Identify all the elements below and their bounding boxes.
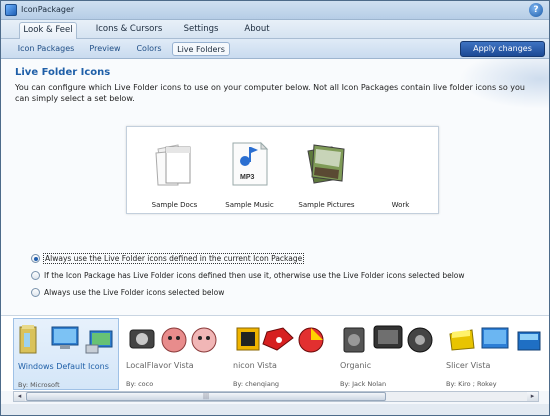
preview-item-sample-pictures: Sample Pictures bbox=[289, 135, 364, 213]
scrollbar-thumb[interactable]: ||| bbox=[26, 392, 386, 401]
preview-label: Sample Pictures bbox=[298, 201, 355, 209]
window-title: IconPackager bbox=[21, 5, 75, 14]
tab-look-and-feel[interactable]: Look & Feel bbox=[19, 22, 77, 39]
package-author: By: coco bbox=[126, 380, 154, 388]
scroll-left-arrow-icon[interactable]: ◂ bbox=[14, 392, 25, 401]
preview-item-sample-music: MP3 Sample Music bbox=[212, 135, 287, 213]
svg-text:MP3: MP3 bbox=[240, 174, 255, 181]
title-bar: IconPackager ? bbox=[1, 1, 549, 20]
nicon-icons-preview bbox=[236, 327, 324, 353]
preview-item-sample-docs: Sample Docs bbox=[137, 135, 212, 213]
subtab-preview[interactable]: Preview bbox=[85, 42, 125, 56]
subtab-icon-packages[interactable]: Icon Packages bbox=[15, 42, 77, 56]
preview-item-work: Work bbox=[363, 135, 438, 213]
section-title: Live Folder Icons bbox=[15, 67, 111, 78]
section-description: You can configure which Live Folder icon… bbox=[15, 83, 525, 103]
package-name: Slicer Vista bbox=[446, 361, 491, 370]
radio-button[interactable] bbox=[31, 271, 40, 280]
package-localflavor-vista[interactable]: LocalFlavor Vista By: coco bbox=[122, 318, 228, 390]
radio-button[interactable] bbox=[31, 288, 40, 297]
status-bar bbox=[1, 404, 549, 415]
package-name: nicon Vista bbox=[233, 361, 277, 370]
package-nicon-vista[interactable]: nicon Vista By: chenqiang bbox=[229, 318, 335, 390]
music-folder-icon: MP3 bbox=[232, 141, 269, 186]
sub-tab-bar: Icon Packages Preview Colors Live Folder… bbox=[1, 39, 549, 59]
docs-folder-icon bbox=[155, 144, 191, 186]
subtab-colors[interactable]: Colors bbox=[131, 42, 167, 56]
app-window: IconPackager ? Look & Feel Icons & Curso… bbox=[0, 0, 550, 416]
package-name: Windows Default Icons bbox=[18, 362, 109, 371]
help-icon[interactable]: ? bbox=[529, 3, 543, 17]
package-author: By: Microsoft bbox=[18, 381, 60, 389]
subtab-live-folders[interactable]: Live Folders bbox=[172, 42, 230, 56]
tab-icons-and-cursors[interactable]: Icons & Cursors bbox=[89, 22, 169, 39]
package-name: Organic bbox=[340, 361, 372, 370]
app-icon bbox=[5, 4, 17, 16]
organic-icons-preview bbox=[343, 325, 433, 353]
windows-default-icons-preview bbox=[19, 325, 113, 354]
preview-label: Work bbox=[391, 201, 410, 209]
option-label: Always use the Live Folder icons selecte… bbox=[44, 288, 225, 297]
horizontal-scrollbar[interactable]: ◂ ||| ▸ bbox=[13, 391, 539, 402]
apply-changes-button[interactable]: Apply changes bbox=[460, 41, 545, 57]
option-label: Always use the Live Folder icons defined… bbox=[43, 253, 305, 264]
package-slicer-vista[interactable]: Slicer Vista By: Kiro ; Rokey bbox=[442, 318, 548, 390]
tab-about[interactable]: About bbox=[233, 22, 281, 39]
content-area: Live Folder Icons You can configure whic… bbox=[1, 59, 549, 315]
scroll-right-arrow-icon[interactable]: ▸ bbox=[527, 392, 538, 401]
package-author: By: chenqiang bbox=[233, 380, 280, 388]
package-name: LocalFlavor Vista bbox=[126, 361, 194, 370]
package-author: By: Kiro ; Rokey bbox=[446, 380, 497, 388]
package-author: By: Jack Nolan bbox=[340, 380, 387, 388]
tab-settings[interactable]: Settings bbox=[179, 22, 223, 39]
package-organic[interactable]: Organic By: Jack Nolan bbox=[336, 318, 442, 390]
preview-label: Sample Docs bbox=[151, 201, 198, 209]
slicer-icons-preview bbox=[449, 327, 541, 351]
option-label: If the Icon Package has Live Folder icon… bbox=[44, 271, 465, 280]
package-windows-default[interactable]: Windows Default Icons By: Microsoft bbox=[13, 318, 119, 390]
radio-button[interactable] bbox=[31, 254, 40, 263]
main-tab-bar: Look & Feel Icons & Cursors Settings Abo… bbox=[1, 20, 549, 39]
localflavor-icons-preview bbox=[129, 327, 217, 353]
package-list: Windows Default Icons By: Microsoft Loca… bbox=[1, 315, 549, 391]
pictures-folder-icon bbox=[307, 144, 345, 184]
live-folder-preview: Sample Docs MP3 Sample Music Sample Pict… bbox=[126, 126, 439, 214]
preview-label: Sample Music bbox=[225, 201, 274, 209]
